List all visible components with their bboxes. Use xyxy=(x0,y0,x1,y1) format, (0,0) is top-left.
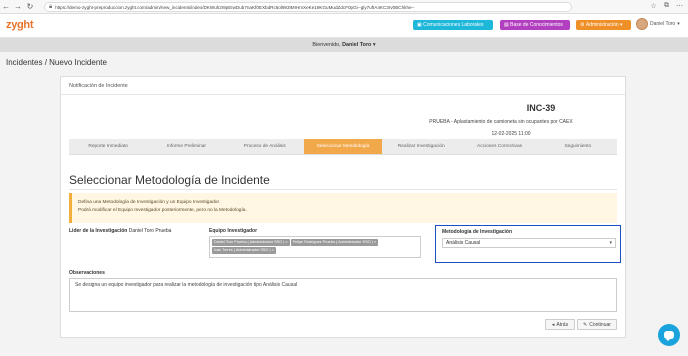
step-seguimiento[interactable]: Seguimiento xyxy=(539,139,617,154)
wizard-steps: Reporte Inmediato Informe Preliminar Pro… xyxy=(69,139,617,155)
step-acciones-correctivas[interactable]: Acciones Correctivas xyxy=(460,139,538,154)
remove-icon[interactable]: × xyxy=(374,240,376,244)
observations-label: Observaciones xyxy=(69,270,105,276)
incident-panel: Notificación de Incidente INC-39 PRUEBA … xyxy=(60,76,626,338)
chevron-down-icon: ▾ xyxy=(372,42,376,48)
zyght-logo[interactable]: zyght xyxy=(6,19,34,31)
team-member-name: Felipe Rodríguez Prueba ( Administrador … xyxy=(292,240,373,244)
star-icon[interactable]: ☆ xyxy=(649,2,658,10)
base-conocimientos-button[interactable]: ▤ Base de Conocimientos xyxy=(500,20,570,30)
leader-label: Lider de la Investigación xyxy=(69,228,128,234)
panel-heading: Notificación de Incidente xyxy=(61,77,625,95)
user-menu[interactable]: Daniel Toro ▾ xyxy=(636,18,680,30)
leader-field: Lider de la Investigación Daniel Toro Pr… xyxy=(69,228,171,234)
divider xyxy=(69,189,617,190)
reload-icon[interactable]: ↻ xyxy=(24,1,36,13)
step-realizar-investigacion[interactable]: Realizar Investigación xyxy=(382,139,460,154)
back-arrow-icon[interactable]: ← xyxy=(0,1,12,13)
url-text: https://demo-zyght-preproduccion.zyght.c… xyxy=(55,4,415,10)
app-header: zyght ▣ Comunicaciones Laborales ▤ Base … xyxy=(0,14,688,38)
chat-widget-button[interactable] xyxy=(658,324,680,346)
arrow-left-icon: ◂ xyxy=(551,321,555,328)
observations-textarea[interactable]: Se designa un equipo investigador para r… xyxy=(69,278,617,312)
incident-description: PRUEBA - Aplastamiento de camioneta sin … xyxy=(429,119,573,125)
welcome-prefix: Bienvenido, xyxy=(312,42,341,48)
section-title: Seleccionar Metodología de Incidente xyxy=(69,173,270,187)
methodology-label: Metodología de Investigación xyxy=(442,229,513,235)
caret-down-icon: ▾ xyxy=(618,22,623,28)
remove-icon[interactable]: × xyxy=(285,240,287,244)
administracion-button[interactable]: ⚙ Administración ▾ xyxy=(576,20,631,30)
alert-line-2: Podrá modificar el Equipo Investigador p… xyxy=(78,208,247,213)
step-proceso-analisis[interactable]: Proceso de Análisis xyxy=(226,139,304,154)
user-name: Daniel Toro xyxy=(650,21,676,27)
incident-date: 12-02-2025 11:00 xyxy=(491,131,531,137)
continue-button[interactable]: ✎ Continuar xyxy=(577,319,617,330)
step-reporte-inmediato[interactable]: Reporte Inmediato xyxy=(69,139,147,154)
methodology-value: Análisis Causal xyxy=(446,240,481,246)
welcome-name: Daniel Toro xyxy=(342,42,372,48)
forward-arrow-icon[interactable]: → xyxy=(12,1,24,13)
leader-value: Daniel Toro Prueba xyxy=(128,228,172,234)
menu-icon[interactable]: ⋯ xyxy=(675,2,684,10)
comunicaciones-button[interactable]: ▣ Comunicaciones Laborales xyxy=(413,20,493,30)
back-button[interactable]: ◂ Atrás xyxy=(545,319,575,330)
step-seleccionar-metodologia[interactable]: Seleccionar Metodología xyxy=(303,139,383,154)
info-alert: Defina una Metodología de Investigación … xyxy=(69,193,617,223)
comunicaciones-label: Comunicaciones Laborales xyxy=(423,22,484,28)
edit-icon: ✎ xyxy=(583,321,588,328)
team-member-name: Iván Torres ( Administrador SSO ) xyxy=(214,248,271,252)
remove-icon[interactable]: × xyxy=(272,248,274,252)
browser-toolbar: ← → ↻ 🔒︎ https://demo-zyght-preproduccio… xyxy=(0,0,688,14)
team-label: Equipo Investigador xyxy=(209,228,258,234)
methodology-select[interactable]: Análisis Causal ▾ xyxy=(442,238,616,248)
caret-down-icon: ▾ xyxy=(609,240,612,246)
team-member-tag[interactable]: Daniel Toro Prueba ( Administrador SSO )… xyxy=(212,239,290,246)
step-informe-preliminar[interactable]: Informe Preliminar xyxy=(147,139,225,154)
chevron-down-icon: ▾ xyxy=(677,21,680,27)
team-member-tag[interactable]: Felipe Rodríguez Prueba ( Administrador … xyxy=(290,239,379,246)
back-label: Atrás xyxy=(556,321,569,328)
administracion-label: Administración xyxy=(585,22,619,28)
lock-icon: 🔒︎ xyxy=(49,3,53,10)
address-bar[interactable]: 🔒︎ https://demo-zyght-preproduccion.zygh… xyxy=(44,2,572,12)
methodology-field: Metodología de Investigación Análisis Ca… xyxy=(435,225,621,263)
incident-id: INC-39 xyxy=(526,103,556,113)
alert-line-1: Defina una Metodología de Investigación … xyxy=(78,200,221,205)
team-member-tag[interactable]: Iván Torres ( Administrador SSO ) × xyxy=(212,247,276,254)
base-conocimientos-label: Base de Conocimientos xyxy=(510,22,563,28)
team-member-name: Daniel Toro Prueba ( Administrador SSO ) xyxy=(214,240,285,244)
team-multiselect[interactable]: Daniel Toro Prueba ( Administrador SSO )… xyxy=(209,236,421,258)
continue-label: Continuar xyxy=(589,321,611,328)
extensions-icon[interactable]: ⧉ xyxy=(662,2,671,10)
chat-bubble-icon xyxy=(664,331,674,341)
welcome-bar[interactable]: Bienvenido, Daniel Toro ▾ xyxy=(0,38,688,52)
breadcrumb: Incidentes / Nuevo Incidente xyxy=(6,58,107,67)
avatar xyxy=(636,18,648,30)
